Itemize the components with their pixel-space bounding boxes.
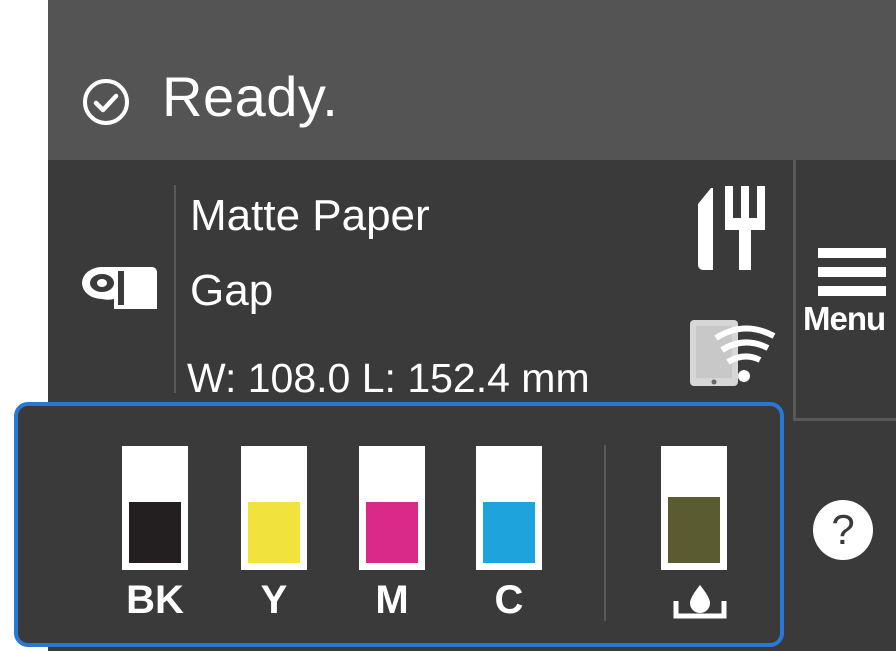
paper-gap-label: Gap (190, 266, 274, 315)
divider (604, 445, 606, 621)
ink-label-bk: BK (126, 578, 184, 622)
ink-tank-c (476, 446, 542, 570)
status-text: Ready. (162, 65, 339, 128)
divider (793, 418, 896, 421)
ink-level-bk (129, 502, 181, 563)
help-button[interactable]: ? (813, 500, 873, 560)
paper-type-label: Matte Paper (190, 191, 430, 240)
ink-tank-bk (122, 446, 188, 570)
ink-label-m: M (375, 578, 409, 622)
ink-tank-y (241, 446, 307, 570)
maintenance-box-icon (673, 585, 727, 619)
roll-paper-icon (82, 267, 157, 309)
hamburger-menu-icon (818, 248, 886, 296)
ink-label-c: C (494, 578, 524, 622)
menu-label: Menu (803, 300, 886, 337)
ink-level-m (366, 502, 418, 563)
ink-tank-m (359, 446, 425, 570)
check-circle-icon (83, 79, 129, 125)
maintenance-box-level (668, 497, 720, 563)
ink-level-y (248, 502, 300, 563)
ink-label-y: Y (260, 578, 288, 622)
divider (174, 185, 176, 393)
maintenance-box-tank (661, 446, 727, 570)
wifi-device-icon[interactable] (688, 318, 778, 388)
paper-size-label: W: 108.0 L: 152.4 mm (187, 355, 590, 401)
ink-level-c (483, 502, 535, 563)
maintenance-tool-icon[interactable] (695, 182, 775, 272)
